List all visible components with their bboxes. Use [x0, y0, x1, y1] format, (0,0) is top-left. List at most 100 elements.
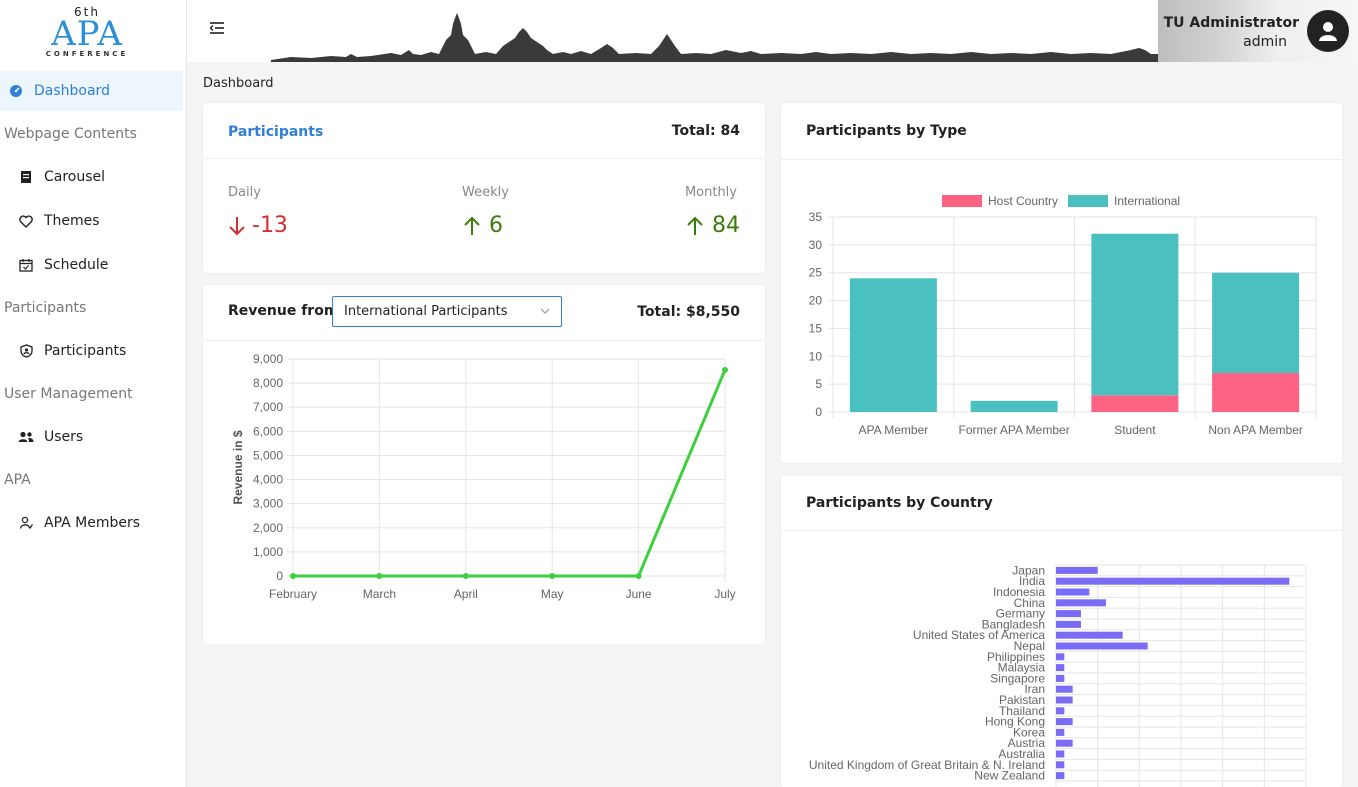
logo[interactable]: 6th APA CONFERENCE: [38, 6, 136, 62]
sidebar-item-schedule[interactable]: Schedule: [0, 245, 183, 285]
x-tick-label: Non APA Member: [1208, 423, 1303, 437]
participants-by-type-card: Participants by Type Host Country Interna…: [781, 103, 1342, 463]
type-title: Participants by Type: [806, 123, 967, 139]
y-tick-label: 25: [809, 266, 823, 280]
sidebar-item-participants[interactable]: Participants: [0, 331, 183, 371]
sidebar-item-label: APA Members: [44, 515, 141, 531]
legend-label: Host Country: [988, 194, 1058, 208]
bar-international: [849, 278, 937, 412]
y-tick-label: 6,000: [253, 424, 283, 438]
revenue-source-select[interactable]: International Participants: [332, 296, 562, 327]
country-title: Participants by Country: [806, 495, 993, 511]
arrow-up-icon: [463, 216, 481, 236]
sidebar-item-label: Users: [44, 429, 84, 445]
x-tick-label: May: [541, 587, 564, 601]
avatar[interactable]: [1307, 10, 1349, 52]
data-point: [722, 366, 728, 373]
user-role: admin: [1243, 34, 1287, 50]
y-tick-label: 35: [809, 210, 823, 224]
data-point: [290, 573, 296, 579]
participants-country-bar-chart: JapanIndiaIndonesiaChinaGermanyBanglades…: [809, 563, 1307, 787]
card-header: Revenue from International Participants …: [203, 285, 765, 341]
daily-stat: -13: [228, 213, 288, 238]
sidebar-item-label: Themes: [44, 213, 100, 229]
country-bar: [1056, 728, 1065, 736]
bar-host: [1212, 373, 1300, 412]
country-bar: [1056, 674, 1065, 682]
card-header: Participants Total: 84: [203, 103, 765, 159]
y-tick-label: 3,000: [253, 497, 283, 511]
participants-by-country-card: Participants by Country Japan India Indone…: [781, 476, 1342, 787]
revenue-card: Revenue from International Participants …: [203, 285, 765, 644]
bar-international: [970, 400, 1058, 412]
logo-subtitle: CONFERENCE: [45, 50, 129, 58]
country-bar: [1056, 707, 1065, 715]
weekly-stat: 6: [463, 213, 503, 238]
revenue-source-value: International Participants: [344, 304, 508, 319]
monthly-label: Monthly: [684, 185, 737, 200]
bar-international: [1212, 272, 1300, 373]
menu-toggle-icon[interactable]: [209, 20, 229, 40]
sidebar-item-users[interactable]: Users: [0, 417, 183, 457]
arrow-down-icon: [228, 216, 246, 236]
top-header: TU Administrator admin: [187, 0, 1358, 62]
sidebar: 6th APA CONFERENCE Dashboard Webpage Con…: [0, 0, 187, 787]
country-bar: [1056, 696, 1073, 704]
country-bar: [1056, 577, 1290, 585]
x-tick-label: July: [714, 587, 735, 601]
y-tick-label: 15: [809, 321, 823, 335]
sidebar-item-dashboard[interactable]: Dashboard: [0, 71, 183, 111]
participants-title[interactable]: Participants: [228, 124, 323, 140]
sidebar-item-carousel[interactable]: Carousel: [0, 157, 183, 197]
y-tick-label: 30: [809, 238, 823, 252]
sidebar-item-label: Carousel: [44, 169, 106, 185]
chevron-down-icon: [540, 308, 550, 314]
revenue-line-chart: 0 1,000 2,000 3,000 4,000 5,000 6,000 7,000 8,00…: [231, 352, 736, 601]
x-tick-label: Student: [1114, 423, 1156, 437]
users-icon: [18, 429, 34, 445]
bar-host: [1091, 395, 1179, 412]
participants-total: Total: 84: [671, 123, 740, 139]
country-bar: [1056, 599, 1106, 607]
heart-icon: [18, 213, 34, 229]
sidebar-item-label: Schedule: [44, 257, 109, 273]
card-header: Participants by Country: [781, 476, 1342, 531]
country-bar: [1056, 761, 1065, 769]
y-tick-label: 1,000: [253, 545, 283, 559]
country-bar: [1056, 588, 1090, 596]
member-icon: [18, 515, 34, 531]
x-tick-label: Former APA Member: [959, 423, 1070, 437]
user-menu[interactable]: TU Administrator admin: [1158, 0, 1358, 62]
breadcrumb: Dashboard: [203, 76, 274, 91]
arrow-up-icon: [686, 216, 704, 236]
y-tick-label: 0: [276, 569, 283, 583]
y-tick-label: 8,000: [253, 376, 283, 390]
y-tick-label: 9,000: [253, 352, 283, 366]
sidebar-item-label: Dashboard: [34, 83, 110, 99]
section-webpage-contents: Webpage Contents: [4, 126, 137, 142]
card-header: Participants by Type: [781, 103, 1342, 160]
country-bar: [1056, 664, 1065, 672]
weekly-label: Weekly: [462, 185, 509, 200]
y-tick-label: 5,000: [253, 448, 283, 462]
sidebar-item-apa-members[interactable]: APA Members: [0, 503, 183, 543]
y-tick-label: 0: [815, 405, 822, 419]
legend-label: International: [1114, 194, 1180, 208]
country-bar: [1056, 685, 1073, 693]
data-point: [462, 573, 469, 579]
revenue-series-line: [293, 369, 727, 578]
y-axis-label: Revenue in $: [231, 430, 245, 504]
y-tick-label: New Zealand: [974, 769, 1045, 783]
daily-value: -13: [252, 213, 288, 238]
participants-card: Participants Total: 84 Daily -13 Weekly …: [203, 103, 765, 273]
x-tick-label: June: [626, 587, 652, 601]
shield-user-icon: [18, 343, 34, 359]
x-tick-label: April: [454, 587, 478, 601]
x-tick-label: APA Member: [858, 423, 928, 437]
x-tick-label: March: [363, 587, 396, 601]
y-tick-label: 4,000: [253, 473, 283, 487]
sidebar-item-themes[interactable]: Themes: [0, 201, 183, 241]
revenue-total: Total: $8,550: [637, 304, 740, 320]
country-bar: [1056, 642, 1148, 650]
carousel-icon: [18, 169, 34, 185]
